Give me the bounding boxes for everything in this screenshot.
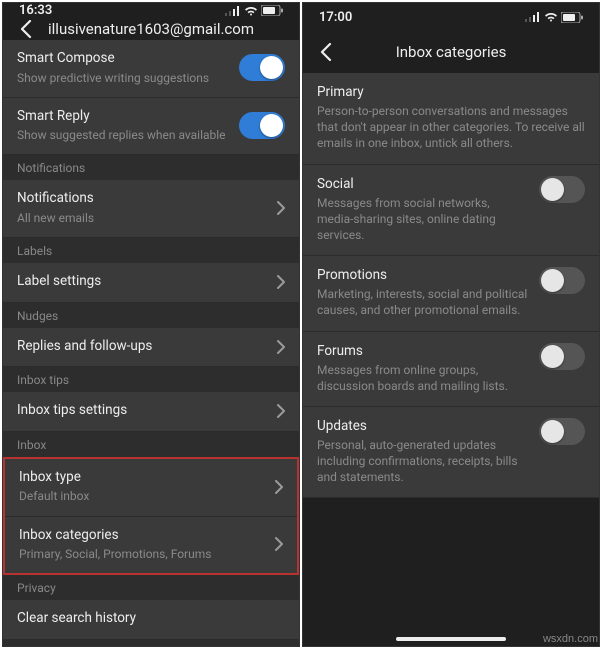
section-notifications: Notifications [3,155,299,180]
clear-search-label: Clear search history [17,610,285,628]
status-bar: 16:33 [3,3,299,18]
navbar-title: illusivenature1603@gmail.com [15,20,287,38]
smart-compose-sub: Show predictive writing suggestions [17,70,239,86]
smart-compose-row[interactable]: Smart Compose Show predictive writing su… [3,40,299,98]
inbox-categories-label: Inbox categories [19,527,275,545]
category-primary-label: Primary [317,84,585,100]
inbox-type-sub: Default inbox [19,488,275,504]
category-updates-sub: Personal, auto-generated updates includi… [317,437,529,486]
category-forums[interactable]: Forums Messages from online groups, disc… [303,332,599,407]
inbox-type-label: Inbox type [19,469,275,487]
notifications-row[interactable]: Notifications All new emails [3,180,299,238]
notifications-label: Notifications [17,190,277,208]
chevron-right-icon [275,537,283,551]
smart-compose-label: Smart Compose [17,50,239,68]
category-forums-label: Forums [317,343,529,359]
inbox-tips-settings-row[interactable]: Inbox tips settings [3,392,299,432]
smart-reply-toggle[interactable] [239,112,285,139]
signal-icon [225,6,241,16]
replies-followups-row[interactable]: Replies and follow-ups [3,328,299,368]
category-social[interactable]: Social Messages from social networks, me… [303,165,599,257]
chevron-right-icon [275,480,283,494]
category-promotions-label: Promotions [317,267,529,283]
battery-icon [561,12,583,23]
navbar-title: Inbox categories [315,43,587,61]
smart-compose-toggle[interactable] [239,54,285,81]
label-settings-row[interactable]: Label settings [3,263,299,303]
inbox-highlight: Inbox type Default inbox Inbox categorie… [3,457,299,575]
section-privacy: Privacy [3,575,299,600]
inbox-categories-sub: Primary, Social, Promotions, Forums [19,546,275,562]
category-social-sub: Messages from social networks, media-sha… [317,195,529,244]
chevron-right-icon [277,404,285,418]
section-nudges: Nudges [3,303,299,328]
notifications-sub: All new emails [17,210,277,226]
smart-reply-row[interactable]: Smart Reply Show suggested replies when … [3,98,299,156]
category-promotions-sub: Marketing, interests, social and politic… [317,286,529,318]
chevron-right-icon [277,275,285,289]
home-indicator[interactable] [396,637,506,641]
category-updates-toggle[interactable] [539,418,585,445]
status-bar: 17:00 [303,3,599,31]
battery-icon [261,5,283,16]
category-social-label: Social [317,176,529,192]
status-icons [225,5,283,16]
signal-icon [525,12,541,22]
inbox-tips-settings-label: Inbox tips settings [17,402,277,420]
inbox-type-row[interactable]: Inbox type Default inbox [5,459,297,517]
status-icons [525,12,583,23]
section-inbox: Inbox [3,432,299,457]
wifi-icon [244,6,258,16]
category-promotions-toggle[interactable] [539,267,585,294]
wifi-icon [544,12,558,22]
category-forums-sub: Messages from online groups, discussion … [317,362,529,394]
status-time: 16:33 [19,3,52,18]
clear-search-row[interactable]: Clear search history [3,600,299,640]
label-settings-label: Label settings [17,273,277,291]
category-primary: Primary Person-to-person conversations a… [303,73,599,165]
replies-followups-label: Replies and follow-ups [17,338,277,356]
navbar-left: illusivenature1603@gmail.com [3,18,299,40]
chevron-right-icon [277,340,285,354]
phone-right-categories: 17:00 Inbox categories Primary Person-to… [302,2,600,647]
watermark: wsxdn.com [543,633,598,645]
category-primary-sub: Person-to-person conversations and messa… [317,103,585,152]
section-labels: Labels [3,238,299,263]
status-time: 17:00 [319,10,352,25]
smart-reply-label: Smart Reply [17,108,239,126]
category-updates[interactable]: Updates Personal, auto-generated updates… [303,407,599,499]
category-forums-toggle[interactable] [539,343,585,370]
section-calls: Calls [3,640,299,647]
phone-left-settings: 16:33 illusivenature1603@gmail.com Smart… [2,2,300,647]
navbar-right: Inbox categories [303,31,599,73]
inbox-categories-row[interactable]: Inbox categories Primary, Social, Promot… [5,517,297,574]
category-updates-label: Updates [317,418,529,434]
category-social-toggle[interactable] [539,176,585,203]
smart-reply-sub: Show suggested replies when available [17,127,239,143]
section-inbox-tips: Inbox tips [3,367,299,392]
category-promotions[interactable]: Promotions Marketing, interests, social … [303,256,599,331]
chevron-right-icon [277,201,285,215]
